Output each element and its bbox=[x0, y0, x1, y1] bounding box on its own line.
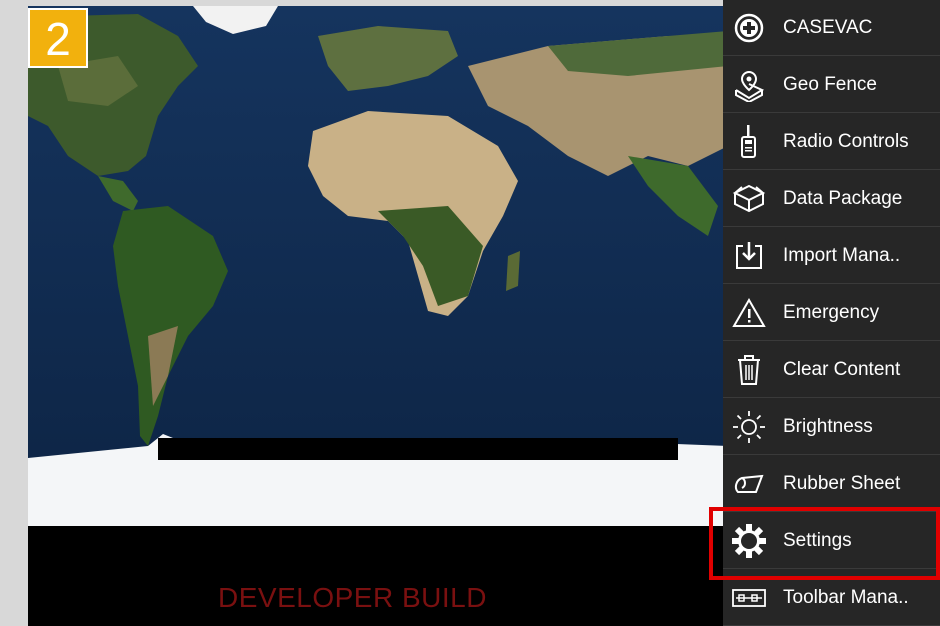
menu-item-import-manager[interactable]: Import Mana.. bbox=[723, 228, 940, 284]
toolbar-icon bbox=[729, 578, 769, 618]
menu-item-geo-fence[interactable]: Geo Fence bbox=[723, 57, 940, 113]
menu-item-label: Radio Controls bbox=[783, 130, 909, 152]
menu-item-clear-content[interactable]: Clear Content bbox=[723, 342, 940, 398]
menu-item-label: Emergency bbox=[783, 301, 880, 323]
menu-item-rubber-sheet[interactable]: Rubber Sheet bbox=[723, 456, 940, 512]
menu-item-label: Geo Fence bbox=[783, 73, 877, 95]
import-icon bbox=[729, 236, 769, 276]
data-package-icon bbox=[729, 179, 769, 219]
rubber-sheet-icon bbox=[729, 464, 769, 504]
radio-icon bbox=[729, 122, 769, 162]
screenshot-border bbox=[0, 0, 28, 626]
menu-item-emergency[interactable]: Emergency bbox=[723, 285, 940, 341]
menu-item-casevac[interactable]: CASEVAC bbox=[723, 0, 940, 56]
menu-item-label: Rubber Sheet bbox=[783, 472, 901, 494]
medical-cross-icon bbox=[729, 8, 769, 48]
step-number-badge: 2 bbox=[28, 8, 88, 68]
developer-build-watermark: DEVELOPER BUILD bbox=[218, 582, 487, 613]
menu-item-label: Import Mana.. bbox=[783, 244, 901, 266]
settings-highlight-box bbox=[709, 507, 940, 580]
brightness-sun-icon bbox=[729, 407, 769, 447]
menu-item-brightness[interactable]: Brightness bbox=[723, 399, 940, 455]
menu-item-label: Toolbar Mana.. bbox=[783, 586, 909, 608]
menu-item-label: Brightness bbox=[783, 415, 873, 437]
warning-triangle-icon bbox=[729, 293, 769, 333]
menu-item-label: CASEVAC bbox=[783, 16, 873, 38]
trash-icon bbox=[729, 350, 769, 390]
menu-item-label: Data Package bbox=[783, 187, 903, 209]
menu-item-data-package[interactable]: Data Package bbox=[723, 171, 940, 227]
menu-item-radio-controls[interactable]: Radio Controls bbox=[723, 114, 940, 170]
menu-item-label: Clear Content bbox=[783, 358, 901, 380]
geo-fence-icon bbox=[729, 65, 769, 105]
